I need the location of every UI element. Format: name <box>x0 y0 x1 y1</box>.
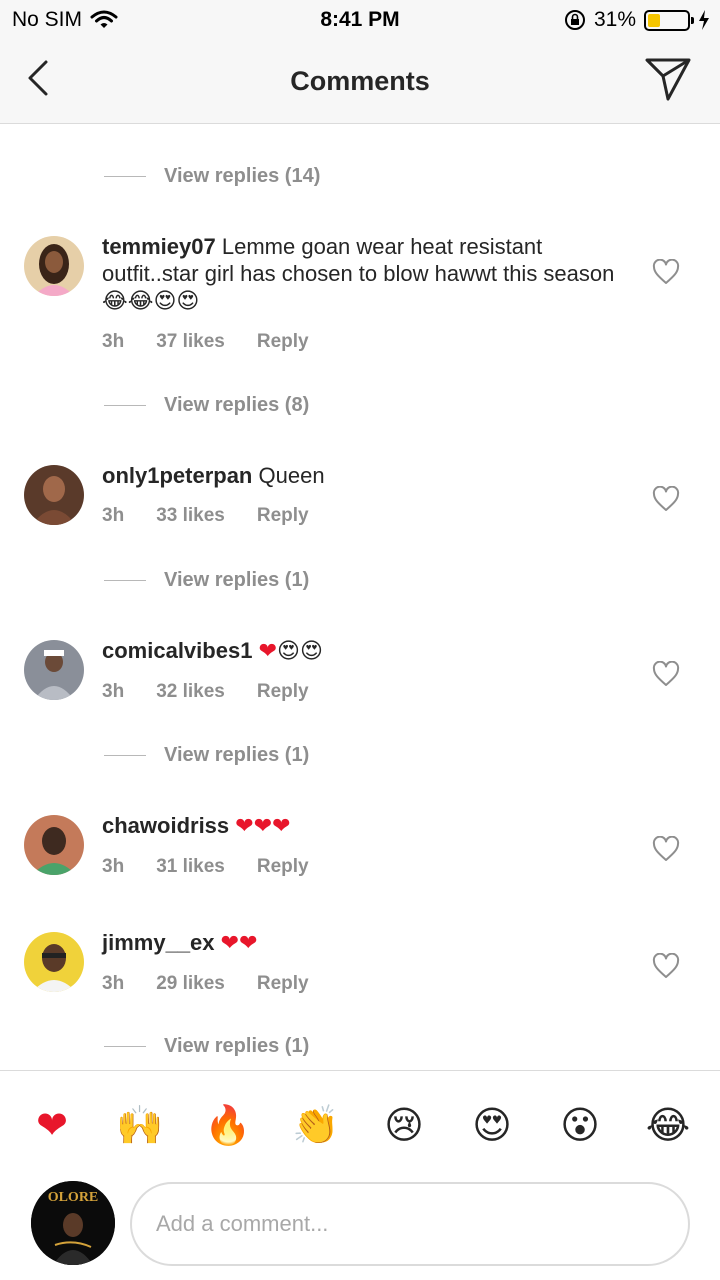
surprised-emoji-button[interactable]: 😮 <box>556 1101 604 1149</box>
battery-icon <box>644 9 694 31</box>
charging-bolt-icon <box>699 10 709 30</box>
comment-time: 3h <box>102 505 125 526</box>
comment-username[interactable]: jimmy__ex <box>102 930 215 955</box>
replies-divider <box>104 1046 146 1047</box>
comment-body: chawoidriss ❤❤❤ 3h 31 likes Reply <box>102 812 622 880</box>
replies-divider <box>104 580 146 581</box>
reply-button[interactable]: Reply <box>257 678 309 705</box>
avatar-logo-text: OLORE <box>48 1190 99 1205</box>
comment-emojis: ❤❤ <box>220 931 258 956</box>
view-replies-link[interactable]: View replies (8) <box>104 394 309 417</box>
view-replies-label: View replies (1) <box>164 744 310 766</box>
avatar[interactable] <box>24 640 84 700</box>
avatar-image: OLORE <box>31 1181 115 1265</box>
view-replies-label: View replies (1) <box>164 569 310 591</box>
reply-button[interactable]: Reply <box>257 328 309 355</box>
comment-time: 3h <box>102 856 125 877</box>
like-heart-icon[interactable] <box>652 661 680 687</box>
comment-likes[interactable]: 37 likes <box>156 328 225 355</box>
page-title: Comments <box>290 66 430 96</box>
avatar-image <box>24 640 84 700</box>
heart-eyes-emoji-button[interactable]: 😍 <box>468 1101 516 1149</box>
comment-meta: 3h 31 likes Reply <box>102 853 622 880</box>
quick-emoji-bar: ❤ 🙌 🔥 👏 😢 😍 😮 😂 <box>0 1070 720 1178</box>
comment-body: temmiey07 Lemme goan wear heat resistant… <box>102 233 622 355</box>
comment-meta: 3h 33 likes Reply <box>102 502 622 529</box>
view-replies-label: View replies (14) <box>164 165 321 187</box>
reply-button[interactable]: Reply <box>257 970 309 997</box>
comment-composer: OLORE <box>0 1178 720 1280</box>
like-heart-icon[interactable] <box>652 259 680 285</box>
comment-input-wrapper <box>130 1182 690 1266</box>
battery-percent: 31% <box>593 8 636 31</box>
like-heart-icon[interactable] <box>652 953 680 979</box>
view-replies-label: View replies (8) <box>164 394 310 416</box>
avatar[interactable] <box>24 236 84 296</box>
comments-header: Comments <box>0 40 720 124</box>
replies-divider <box>104 176 146 177</box>
clapping-emoji-button[interactable]: 👏 <box>292 1101 340 1149</box>
comment-meta: 3h 37 likes Reply <box>102 328 622 355</box>
comment-time: 3h <box>102 973 125 994</box>
comment-time: 3h <box>102 681 125 702</box>
comment-username[interactable]: chawoidriss <box>102 813 229 838</box>
view-replies-label: View replies (1) <box>164 1035 310 1057</box>
comment-meta: 3h 29 likes Reply <box>102 970 622 997</box>
comment-emojis: ❤❤❤ <box>235 814 291 839</box>
crying-emoji-button[interactable]: 😢 <box>380 1101 428 1149</box>
reply-button[interactable]: Reply <box>257 502 309 529</box>
comment-content: jimmy__ex ❤❤ <box>102 929 622 957</box>
my-avatar: OLORE <box>31 1181 115 1265</box>
avatar-image <box>24 465 84 525</box>
comments-list[interactable]: View replies (14) temmiey07 Lemme goan w… <box>0 125 720 1070</box>
comment-likes[interactable]: 32 likes <box>156 678 225 705</box>
comment-body: only1peterpan Queen 3h 33 likes Reply <box>102 462 622 529</box>
comment-emojis: ❤😍😍 <box>258 639 323 664</box>
replies-divider <box>104 405 146 406</box>
like-heart-icon[interactable] <box>652 486 680 512</box>
comment-username[interactable]: temmiey07 <box>102 234 216 259</box>
view-replies-link[interactable]: View replies (14) <box>104 165 320 188</box>
avatar[interactable] <box>24 465 84 525</box>
avatar[interactable] <box>24 815 84 875</box>
comment-emojis: 😂😂😍😍 <box>102 289 200 314</box>
battery-fill <box>648 13 660 27</box>
comment-content: temmiey07 Lemme goan wear heat resistant… <box>102 233 622 315</box>
status-right: 31% <box>564 8 710 32</box>
comment-likes[interactable]: 33 likes <box>156 502 225 529</box>
avatar-image <box>24 932 84 992</box>
comment-body: jimmy__ex ❤❤ 3h 29 likes Reply <box>102 929 622 997</box>
avatar[interactable] <box>24 932 84 992</box>
comment-text: Queen <box>258 463 325 488</box>
reply-button[interactable]: Reply <box>257 853 309 880</box>
comment-likes[interactable]: 29 likes <box>156 970 225 997</box>
comment-meta: 3h 32 likes Reply <box>102 678 622 705</box>
comment-time: 3h <box>102 331 125 352</box>
comment-content: chawoidriss ❤❤❤ <box>102 812 622 840</box>
comment-input[interactable] <box>132 1184 688 1264</box>
status-bar: No SIM 8:41 PM 31% <box>0 0 720 40</box>
view-replies-link[interactable]: View replies (1) <box>104 569 309 592</box>
comment-username[interactable]: only1peterpan <box>102 463 252 488</box>
comment-likes[interactable]: 31 likes <box>156 853 225 880</box>
replies-divider <box>104 755 146 756</box>
view-replies-link[interactable]: View replies (1) <box>104 744 309 767</box>
send-direct-icon[interactable] <box>644 56 692 102</box>
rotation-lock-icon <box>564 10 585 30</box>
fire-emoji-button[interactable]: 🔥 <box>204 1101 252 1149</box>
comment-username[interactable]: comicalvibes1 <box>102 638 252 663</box>
tears-of-joy-emoji-button[interactable]: 😂 <box>644 1101 692 1149</box>
comment-body: comicalvibes1 ❤😍😍 3h 32 likes Reply <box>102 637 622 705</box>
view-replies-link[interactable]: View replies (1) <box>104 1035 309 1058</box>
comment-content: comicalvibes1 ❤😍😍 <box>102 637 622 665</box>
avatar-image <box>24 236 84 296</box>
comment-content: only1peterpan Queen <box>102 462 622 489</box>
raising-hands-emoji-button[interactable]: 🙌 <box>116 1101 164 1149</box>
avatar-image <box>24 815 84 875</box>
red-heart-emoji-button[interactable]: ❤ <box>28 1101 76 1149</box>
like-heart-icon[interactable] <box>652 836 680 862</box>
